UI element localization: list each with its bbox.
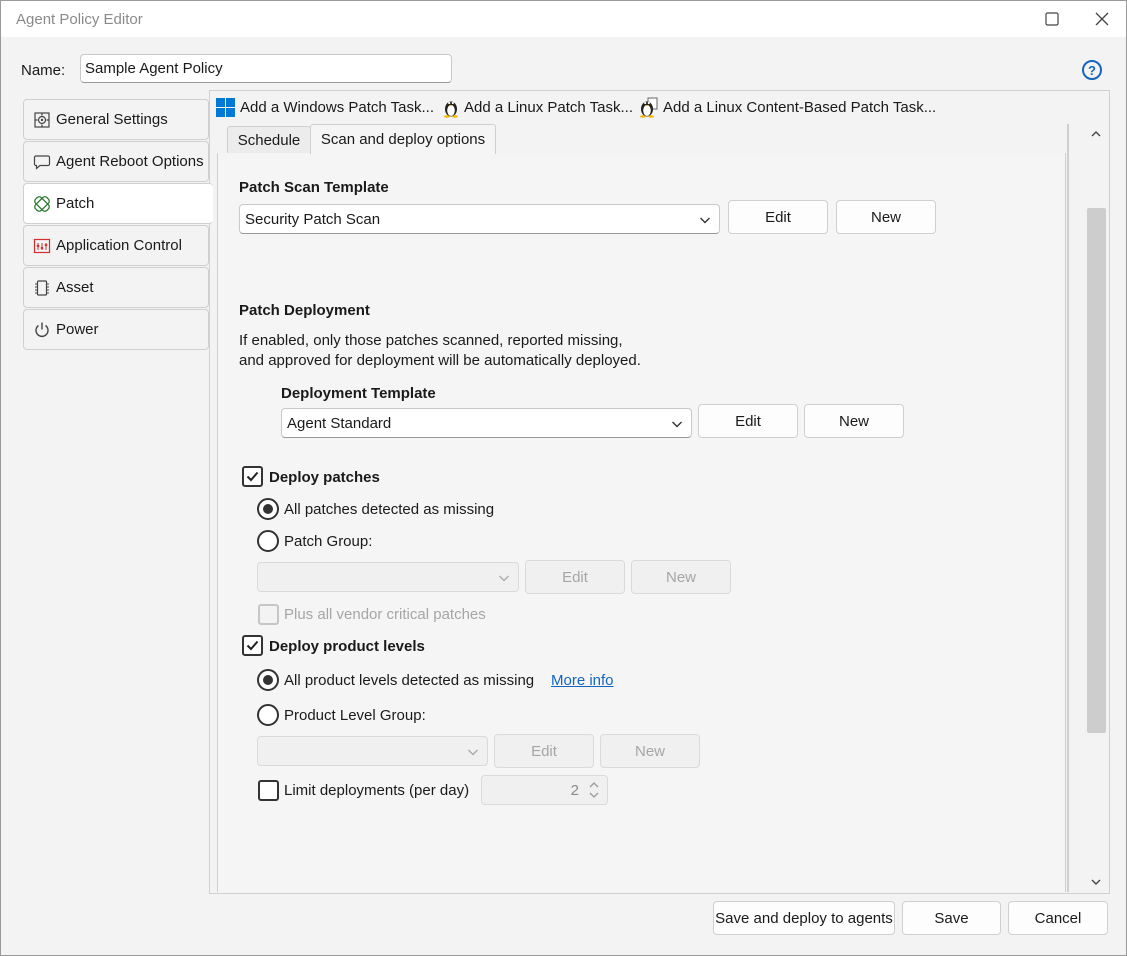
- spinner-arrows-icon[interactable]: [588, 780, 600, 800]
- chip-icon: [35, 279, 49, 296]
- sidebar-item-general-settings[interactable]: General Settings: [23, 99, 209, 140]
- deploy-patches-checkbox[interactable]: [242, 466, 263, 487]
- name-label: Name:: [21, 62, 66, 79]
- limit-deployments-spinner[interactable]: 2: [481, 775, 608, 805]
- sidebar-item-patch[interactable]: Patch: [23, 183, 213, 224]
- add-linux-content-based-patch-task-button[interactable]: Add a Linux Content-Based Patch Task...: [639, 97, 936, 118]
- sidebar-item-label: General Settings: [56, 111, 168, 128]
- title-bar: Agent Policy Editor: [1, 1, 1126, 37]
- sidebar-item-asset[interactable]: Asset: [23, 267, 209, 308]
- deploy-product-levels-label: Deploy product levels: [269, 638, 425, 655]
- vendor-critical-checkbox[interactable]: [258, 604, 279, 625]
- patch-deployment-description-line-2: and approved for deployment will be auto…: [239, 352, 641, 369]
- chevron-down-icon: [468, 749, 478, 756]
- close-icon[interactable]: [1090, 7, 1114, 31]
- sidebar-item-label: Power: [56, 321, 99, 338]
- tab-scan-and-deploy-options[interactable]: Scan and deploy options: [310, 124, 496, 154]
- product-level-group-select[interactable]: [257, 736, 488, 766]
- radio-selected-dot: [263, 675, 273, 685]
- patch-group-edit-button[interactable]: Edit: [525, 560, 625, 594]
- sidebar-item-application-control[interactable]: Application Control: [23, 225, 209, 266]
- add-linux-patch-task-button[interactable]: Add a Linux Patch Task...: [442, 97, 633, 118]
- scroll-down-icon[interactable]: [1090, 876, 1102, 888]
- linux-content-penguin-icon: [640, 97, 658, 118]
- sidebar-item-label: Asset: [56, 279, 94, 296]
- vendor-critical-label: Plus all vendor critical patches: [284, 606, 486, 623]
- all-product-levels-label: All product levels detected as missing: [284, 672, 535, 689]
- more-info-link[interactable]: More info: [551, 672, 614, 689]
- power-icon: [35, 322, 49, 337]
- sidebar-item-label: Patch: [56, 195, 95, 212]
- tab-schedule[interactable]: Schedule: [227, 126, 311, 154]
- chevron-down-icon: [499, 575, 509, 582]
- all-patches-label: All patches detected as missing: [284, 501, 495, 518]
- save-button[interactable]: Save: [902, 901, 1001, 935]
- scroll-up-icon[interactable]: [1090, 128, 1102, 140]
- scroll-thumb[interactable]: [1087, 208, 1106, 733]
- window-title: Agent Policy Editor: [16, 11, 143, 28]
- add-linux-content-based-patch-task-label: Add a Linux Content-Based Patch Task...: [663, 99, 937, 116]
- deployment-template-heading: Deployment Template: [281, 385, 436, 402]
- sidebar-item-label: Agent Reboot Options: [56, 153, 204, 170]
- sidebar-item-power[interactable]: Power: [23, 309, 209, 350]
- deploy-patches-label: Deploy patches: [269, 469, 380, 486]
- limit-deployments-value: 2: [570, 782, 579, 799]
- patch-group-new-button[interactable]: New: [631, 560, 731, 594]
- patch-icon: [34, 195, 50, 212]
- product-level-group-radio[interactable]: [257, 704, 279, 726]
- patch-scan-template-heading: Patch Scan Template: [239, 179, 389, 196]
- deployment-template-select[interactable]: Agent Standard: [281, 408, 692, 438]
- tab-label: Schedule: [237, 132, 301, 149]
- deployment-template-edit-button[interactable]: Edit: [698, 404, 798, 438]
- application-control-icon: [33, 238, 51, 253]
- scan-template-edit-button[interactable]: Edit: [728, 200, 828, 234]
- add-windows-patch-task-button[interactable]: Add a Windows Patch Task...: [215, 97, 434, 118]
- speech-bubble-icon: [33, 154, 51, 170]
- maximize-icon[interactable]: [1040, 7, 1064, 31]
- sidebar-item-agent-reboot-options[interactable]: Agent Reboot Options: [23, 141, 209, 182]
- deployment-template-value: Agent Standard: [287, 414, 392, 432]
- scan-template-new-button[interactable]: New: [836, 200, 936, 234]
- patch-group-label: Patch Group:: [284, 533, 373, 550]
- all-patches-radio[interactable]: [257, 498, 279, 520]
- product-level-group-edit-button[interactable]: Edit: [494, 734, 594, 768]
- radio-selected-dot: [263, 504, 273, 514]
- deploy-product-levels-checkbox[interactable]: [242, 635, 263, 656]
- patch-scan-template-select[interactable]: Security Patch Scan: [239, 204, 720, 234]
- agent-policy-editor-window: Agent Policy Editor Name: ? General Sett…: [0, 0, 1127, 956]
- patch-deployment-description-line-1: If enabled, only those patches scanned, …: [239, 332, 623, 349]
- limit-deployments-label: Limit deployments (per day): [284, 782, 470, 799]
- windows-logo-icon: [216, 98, 235, 117]
- chevron-down-icon: [672, 421, 682, 428]
- add-linux-patch-task-label: Add a Linux Patch Task...: [464, 99, 633, 116]
- limit-deployments-checkbox[interactable]: [258, 780, 279, 801]
- sidebar-item-label: Application Control: [56, 237, 182, 254]
- checkmark-icon: [246, 640, 259, 651]
- deployment-template-new-button[interactable]: New: [804, 404, 904, 438]
- patch-scan-template-value: Security Patch Scan: [245, 210, 381, 228]
- svg-text:?: ?: [1088, 63, 1096, 78]
- patch-group-select[interactable]: [257, 562, 519, 592]
- help-icon[interactable]: ?: [1081, 59, 1103, 81]
- product-level-group-label: Product Level Group:: [284, 707, 426, 724]
- gear-icon: [34, 111, 50, 128]
- name-input[interactable]: [80, 54, 452, 83]
- checkmark-icon: [246, 471, 259, 482]
- save-and-deploy-button[interactable]: Save and deploy to agents: [713, 901, 895, 935]
- patch-group-radio[interactable]: [257, 530, 279, 552]
- linux-penguin-icon: [444, 101, 458, 118]
- chevron-down-icon: [700, 217, 710, 224]
- panel-divider: [1067, 124, 1069, 892]
- cancel-button[interactable]: Cancel: [1008, 901, 1108, 935]
- tab-label: Scan and deploy options: [320, 131, 486, 148]
- patch-deployment-heading: Patch Deployment: [239, 302, 370, 319]
- all-product-levels-radio[interactable]: [257, 669, 279, 691]
- product-level-group-new-button[interactable]: New: [600, 734, 700, 768]
- add-windows-patch-task-label: Add a Windows Patch Task...: [240, 99, 434, 116]
